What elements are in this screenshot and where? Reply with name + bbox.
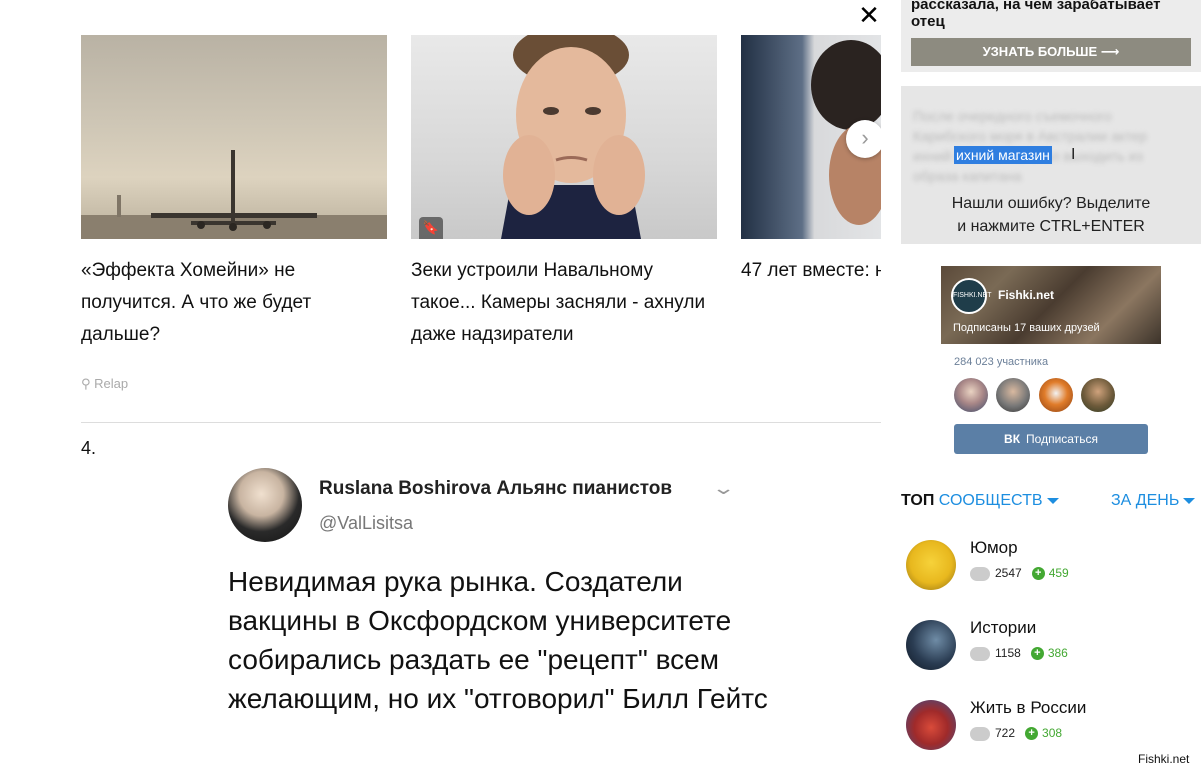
tweet-author-name: Ruslana Boshirova Альянс пианистов (319, 478, 673, 499)
community-name[interactable]: Истории (970, 618, 1036, 638)
vk-member-avatars (954, 378, 1161, 412)
community-item[interactable]: Истории 1158 +386 (906, 618, 1196, 672)
vk-friends-subscribed: Подписаны 17 ваших друзей (953, 322, 1100, 334)
chevron-down-icon (1183, 497, 1196, 504)
relap-credit[interactable]: ⚲ Relap (81, 376, 128, 392)
community-stats: 722 +308 (970, 726, 1062, 741)
period-dropdown[interactable]: ЗА ДЕНЬ (1111, 492, 1196, 510)
avatar[interactable] (996, 378, 1031, 412)
members-icon (970, 566, 990, 581)
community-stats: 2547 +459 (970, 566, 1069, 581)
community-name[interactable]: Жить в России (970, 698, 1086, 718)
text-cursor-icon: I (1071, 146, 1076, 163)
article-title[interactable]: «Эффекта Хомейни» не получится. А что же… (81, 255, 387, 351)
article-image[interactable] (81, 35, 387, 239)
close-icon[interactable]: ✕ (858, 2, 880, 28)
portrait-image (501, 35, 645, 239)
community-item[interactable]: Юмор 2547 +459 (906, 538, 1196, 592)
item-number: 4. (81, 438, 97, 458)
tweet-avatar (228, 468, 302, 542)
growth-count: 386 (1047, 646, 1068, 660)
fishki-logo: FISHKI.NET (951, 278, 992, 314)
chevron-down-icon: ⌄ (711, 478, 736, 498)
avatar[interactable] (954, 378, 988, 412)
growth-count: 459 (1048, 566, 1069, 580)
bookmark-icon[interactable]: 🔖 (419, 217, 443, 239)
article-card[interactable]: «Эффекта Хомейни» не получится. А что же… (81, 35, 387, 351)
vk-icon: ВК (1004, 432, 1021, 446)
period-label: ЗА ДЕНЬ (1111, 492, 1180, 509)
vk-subscribe-label: Подписаться (1026, 432, 1098, 446)
community-icon-russia[interactable] (906, 700, 956, 750)
member-count: 722 (995, 726, 1016, 740)
community-icon-humor[interactable] (906, 540, 956, 590)
plus-icon: + (1030, 647, 1044, 661)
error-report-line1: Нашли ошибку? Выделите (951, 195, 1151, 212)
relap-label: Relap (94, 376, 129, 391)
vk-subscribe-button[interactable]: ВК Подписаться (954, 424, 1148, 454)
error-report-message: Нашли ошибку? Выделите и нажмите CTRL+EN… (901, 192, 1201, 238)
article-title[interactable]: Зеки устроили Навальному такое... Камеры… (411, 255, 717, 351)
avatar[interactable] (1038, 378, 1073, 412)
promo-text[interactable]: рассказала, на чем зарабатывает отец (911, 0, 1191, 30)
plus-icon: + (1025, 727, 1039, 741)
member-count: 2547 (995, 566, 1022, 580)
community-icon-stories[interactable] (906, 620, 956, 670)
article-title[interactable]: 47 лет вместе: нелицеприятну Кобзоне (741, 255, 881, 287)
vk-community-name[interactable]: Fishki.net (998, 288, 1054, 302)
top-label: ТОП (901, 492, 935, 509)
community-item[interactable]: Жить в России 722 +308 (906, 698, 1196, 752)
airplane-image (81, 150, 387, 239)
communities-label: СООБЩЕСТВ (938, 492, 1043, 509)
promo-box: рассказала, на чем зарабатывает отец УЗН… (901, 0, 1201, 72)
plus-icon: + (1031, 567, 1045, 581)
error-report-line2: и нажмите CTRL+ENTER (957, 218, 1145, 235)
vk-member-count: 284 023 участника (954, 356, 1049, 368)
growth-count: 308 (1042, 726, 1063, 740)
watermark: Fishki.net (1138, 752, 1190, 766)
members-icon (970, 646, 990, 661)
learn-more-button[interactable]: УЗНАТЬ БОЛЬШЕ ⟶ (911, 38, 1191, 66)
error-report-box: После очередного съемочного Карибского м… (901, 86, 1201, 244)
communities-dropdown[interactable]: СООБЩЕСТВ (939, 492, 1059, 509)
page: ✕ «Эффекта Хомейни» не получится. А что … (0, 0, 1204, 772)
divider (81, 422, 881, 423)
article-card[interactable]: 47 лет вместе: нелицеприятну Кобзоне (741, 35, 881, 287)
carousel-next-arrow-icon[interactable]: › (846, 120, 881, 158)
article-card[interactable]: 🔖 Зеки устроили Навальному такое... Каме… (411, 35, 717, 351)
community-stats: 1158 +386 (970, 646, 1068, 661)
selected-text-sample: ихний магазин (954, 146, 1052, 164)
relap-icon: ⚲ (81, 376, 95, 391)
top-communities-header: ТОП СООБЩЕСТВ ЗА ДЕНЬ (901, 492, 1204, 510)
community-name[interactable]: Юмор (970, 538, 1018, 558)
article-image[interactable]: 🔖 (411, 35, 717, 239)
tweet-handle: @ValLisitsa (319, 513, 413, 533)
vk-banner[interactable]: FISHKI.NET Fishki.net Подписаны 17 ваших… (941, 266, 1161, 344)
members-icon (970, 726, 990, 741)
related-articles-carousel: «Эффекта Хомейни» не получится. А что же… (81, 35, 881, 355)
chevron-down-icon (1046, 497, 1059, 504)
member-count: 1158 (995, 646, 1021, 660)
vk-community-widget: FISHKI.NET Fishki.net Подписаны 17 ваших… (941, 266, 1161, 454)
avatar[interactable] (1081, 378, 1116, 412)
tweet-text: Невидимая рука рынка. Создатели вакцины … (228, 566, 768, 714)
